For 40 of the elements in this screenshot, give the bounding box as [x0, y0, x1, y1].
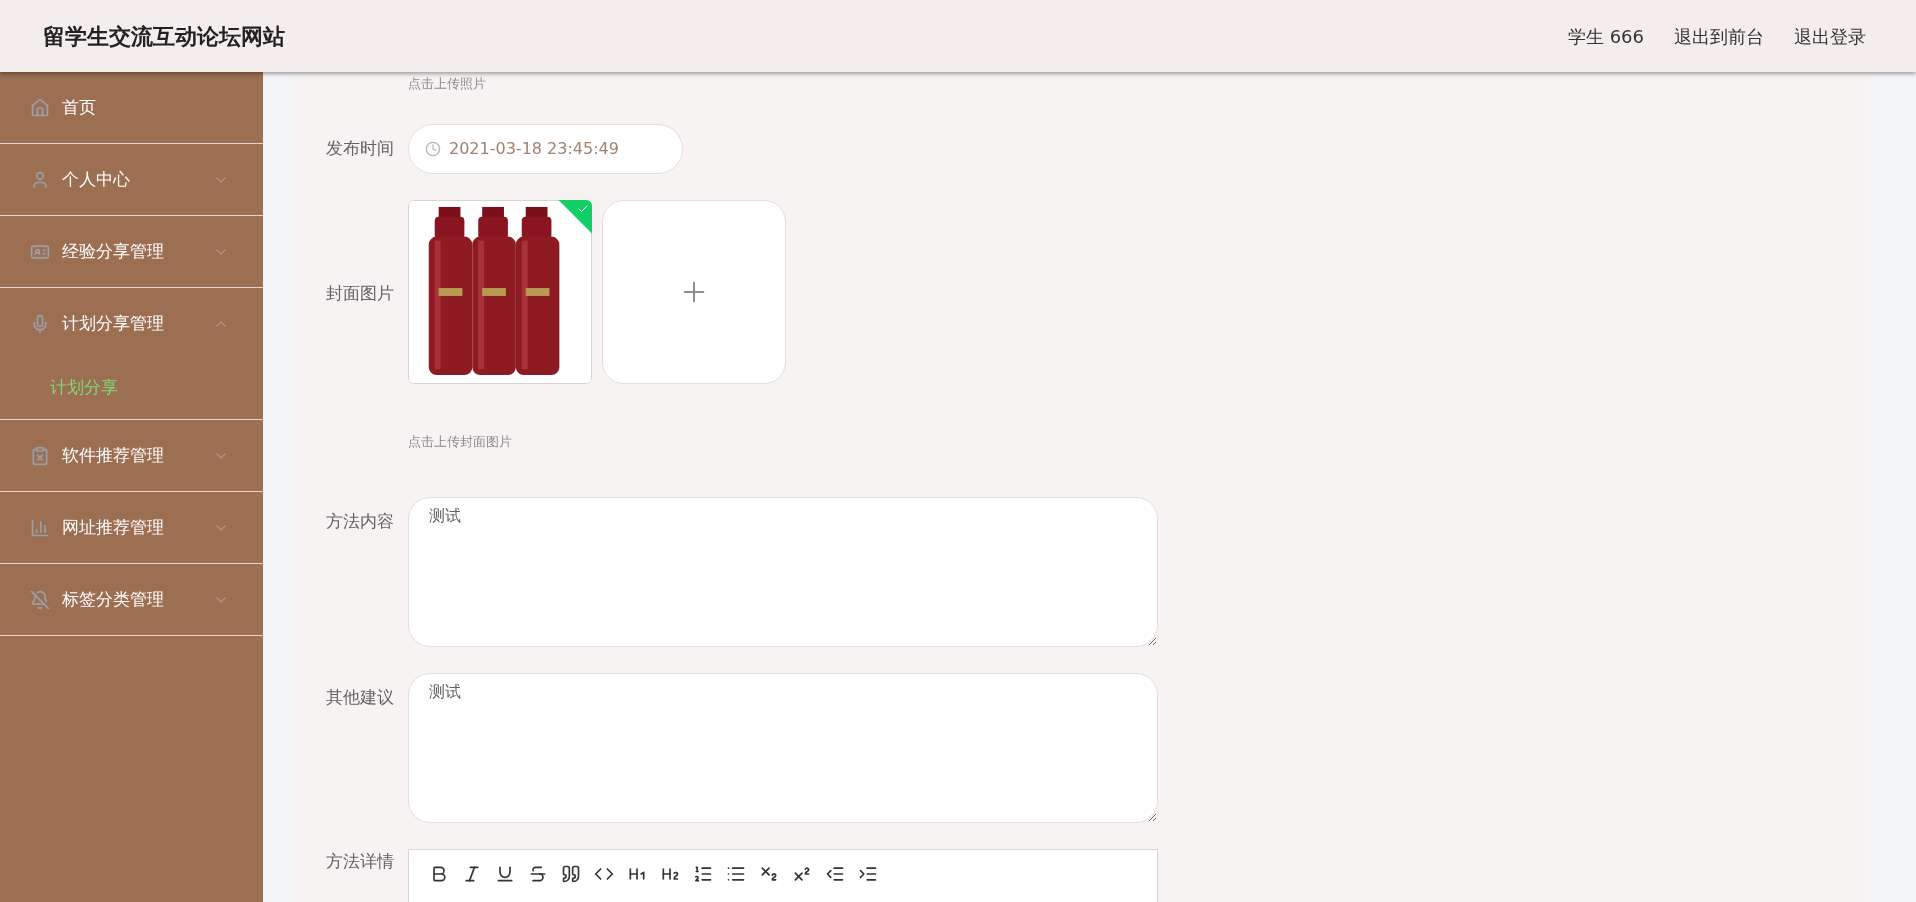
field-label: 发布时间 — [325, 136, 395, 160]
header-link[interactable]: 退出登录 — [1794, 22, 1866, 50]
microphone-icon — [30, 313, 50, 334]
upload-hint: 点击上传照片 — [408, 75, 487, 93]
person-icon — [30, 169, 50, 190]
menu-item[interactable]: 个人中心 — [0, 144, 263, 215]
field-label: 封面图片 — [325, 281, 395, 305]
outdent-icon[interactable] — [825, 864, 845, 884]
menu-item[interactable]: 网址推荐管理 — [0, 492, 263, 563]
menu-item[interactable]: 计划分享管理 — [0, 288, 263, 359]
upload-hint: 点击上传封面图片 — [408, 432, 513, 451]
field-label: 方法详情 — [325, 850, 395, 873]
date-field[interactable]: 2021-03-18 23:45:49 — [408, 123, 683, 174]
bar-chart-icon — [30, 517, 50, 538]
home-icon — [30, 97, 50, 118]
superscript-icon[interactable] — [792, 864, 812, 884]
user-name: 学生 666 — [1567, 24, 1644, 49]
menu-item[interactable]: 标签分类管理 — [0, 564, 263, 635]
date-value: 2021-03-18 23:45:49 — [449, 137, 619, 160]
bullet-list-icon[interactable] — [726, 864, 746, 884]
text-area[interactable]: 测试 — [408, 497, 1158, 647]
bell-off-icon — [30, 589, 50, 610]
field-label: 方法内容 — [325, 510, 395, 533]
clipboard-icon — [30, 445, 50, 466]
field-label: 其他建议 — [325, 686, 395, 709]
italic-icon[interactable] — [462, 864, 482, 884]
menu-item[interactable]: 首页 — [0, 72, 263, 143]
quote-icon[interactable] — [561, 864, 581, 884]
ordered-list-icon[interactable] — [693, 864, 713, 884]
menu-item[interactable]: 软件推荐管理 — [0, 420, 263, 491]
underline-icon[interactable] — [495, 864, 515, 884]
clock-icon — [425, 140, 441, 157]
site-title: 留学生交流互动论坛网站 — [43, 22, 285, 51]
indent-icon[interactable] — [858, 864, 878, 884]
strikethrough-icon[interactable] — [528, 864, 548, 884]
subscript-icon[interactable] — [759, 864, 779, 884]
menu-item[interactable]: 经验分享管理 — [0, 216, 263, 287]
header-link[interactable]: 退出到前台 — [1674, 22, 1764, 50]
text-area[interactable]: 测试 — [408, 673, 1158, 823]
submenu-item[interactable]: 计划分享 — [0, 359, 263, 419]
